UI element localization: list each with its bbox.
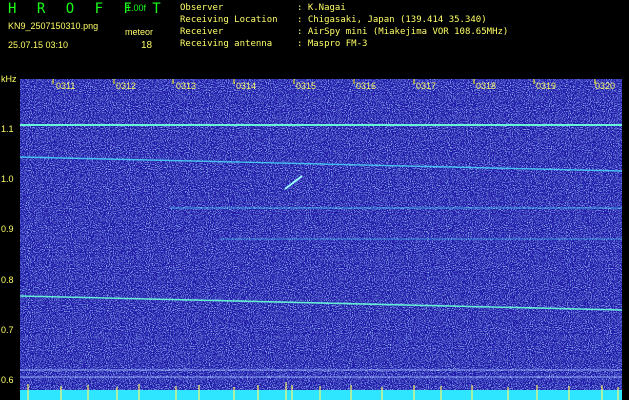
time-tick-label: 0315 bbox=[296, 81, 317, 91]
location-value: : Chigasaki, Japan (139.414 35.340) bbox=[297, 15, 487, 25]
y-tick-label: 0.6 bbox=[1, 375, 14, 385]
location-label: Receiving Location bbox=[180, 15, 278, 25]
file-name: KN9_2507150310.png bbox=[8, 21, 99, 31]
observer-value: : K.Nagai bbox=[297, 3, 346, 13]
hrofft-window: H R O F F T 1.00f KN9_2507150310.png met… bbox=[0, 0, 629, 400]
receiver-label: Receiver bbox=[180, 27, 224, 37]
observer-label: Observer bbox=[180, 3, 224, 13]
app-version: 1.00f bbox=[126, 3, 147, 13]
time-tick-label: 0318 bbox=[476, 81, 497, 91]
y-tick-label: 0.8 bbox=[1, 275, 14, 285]
time-tick-label: 0313 bbox=[176, 81, 197, 91]
capture-datetime: 25.07.15 03:10 bbox=[8, 40, 69, 50]
time-tick-label: 0314 bbox=[236, 81, 257, 91]
time-tick-label: 0317 bbox=[416, 81, 437, 91]
time-tick-label: 0319 bbox=[536, 81, 557, 91]
frequency-unit-label: kHz bbox=[1, 74, 17, 84]
time-tick-label: 0320 bbox=[595, 81, 616, 91]
spectrogram-panel bbox=[20, 79, 622, 400]
antenna-value: : Maspro FM-3 bbox=[297, 39, 368, 49]
time-tick-label: 0316 bbox=[356, 81, 377, 91]
time-tick-label: 0311 bbox=[56, 81, 76, 91]
y-tick-label: 0.9 bbox=[1, 224, 14, 234]
antenna-label: Receiving antenna bbox=[180, 39, 273, 49]
y-tick-label: 1.0 bbox=[1, 174, 14, 184]
y-tick-label: 1.1 bbox=[1, 124, 14, 134]
y-tick-label: 0.7 bbox=[1, 325, 14, 335]
spectrogram-graphic bbox=[20, 79, 622, 400]
bottom-band bbox=[20, 390, 622, 400]
mode-label: meteor bbox=[125, 27, 154, 37]
receiver-value: : AirSpy mini (Miakejima VOR 108.65MHz) bbox=[297, 27, 509, 37]
meteor-count: 18 bbox=[141, 40, 153, 51]
time-tick-label: 0312 bbox=[116, 81, 137, 91]
